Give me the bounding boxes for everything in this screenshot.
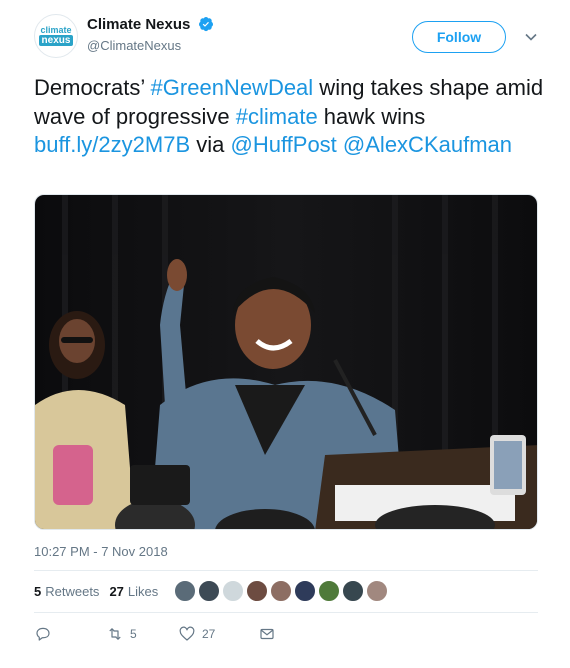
account-handle[interactable]: @ClimateNexus bbox=[87, 38, 214, 53]
likes-label: Likes bbox=[127, 583, 159, 599]
liker-avatar[interactable] bbox=[294, 580, 317, 602]
envelope-icon bbox=[260, 628, 274, 640]
tweet-text: Democrats’ #GreenNewDeal wing takes shap… bbox=[34, 74, 544, 160]
liker-avatar[interactable] bbox=[222, 580, 245, 602]
tweet-stats: 5 Retweets 27 Likes bbox=[34, 580, 390, 602]
divider bbox=[34, 570, 538, 571]
tweet-text-part: Democrats’ bbox=[34, 75, 151, 100]
display-name[interactable]: Climate Nexus bbox=[87, 16, 190, 33]
tweet-actions: 5 27 bbox=[34, 624, 276, 644]
avatar-text-bottom: nexus bbox=[38, 35, 74, 46]
account-avatar[interactable]: climate nexus bbox=[34, 14, 78, 58]
chevron-down-icon[interactable] bbox=[524, 30, 538, 44]
retweets-label: Retweets bbox=[45, 583, 100, 599]
like-action[interactable]: 27 bbox=[178, 625, 258, 643]
liker-avatar[interactable] bbox=[318, 580, 341, 602]
retweet-count: 5 bbox=[130, 627, 137, 641]
follow-button[interactable]: Follow bbox=[412, 21, 506, 53]
liker-avatar[interactable] bbox=[246, 580, 269, 602]
reply-action[interactable] bbox=[34, 625, 106, 643]
liker-avatars bbox=[174, 580, 390, 602]
hashtag-link[interactable]: #GreenNewDeal bbox=[151, 75, 314, 100]
tweet-photo[interactable] bbox=[34, 194, 538, 530]
liker-avatar[interactable] bbox=[270, 580, 293, 602]
photo-image bbox=[35, 195, 537, 529]
mention-link[interactable]: @AlexCKaufman bbox=[343, 132, 512, 157]
mention-link[interactable]: @HuffPost bbox=[230, 132, 336, 157]
divider bbox=[34, 612, 538, 613]
reply-icon bbox=[36, 627, 50, 641]
retweets-count: 5 bbox=[34, 583, 42, 599]
avatar-text-top: climate bbox=[40, 25, 72, 35]
tweet-text-part: via bbox=[190, 132, 231, 157]
retweet-action[interactable]: 5 bbox=[106, 625, 178, 643]
retweets-stat[interactable]: 5 Retweets bbox=[34, 584, 99, 599]
liker-avatar[interactable] bbox=[342, 580, 365, 602]
account-names: Climate Nexus @ClimateNexus bbox=[87, 16, 214, 53]
direct-message-action[interactable] bbox=[258, 625, 276, 643]
url-link[interactable]: buff.ly/2zy2M7B bbox=[34, 132, 190, 157]
liker-avatar[interactable] bbox=[174, 580, 197, 602]
likes-count: 27 bbox=[109, 583, 124, 599]
tweet-header: climate nexus Climate Nexus @ClimateNexu… bbox=[34, 14, 544, 66]
hashtag-link[interactable]: #climate bbox=[236, 104, 318, 129]
tweet-text-part: hawk wins bbox=[317, 103, 426, 129]
tweet-timestamp[interactable]: 10:27 PM - 7 Nov 2018 bbox=[34, 544, 168, 559]
liker-avatar[interactable] bbox=[366, 580, 389, 602]
likes-stat[interactable]: 27 Likes bbox=[109, 584, 158, 599]
verified-badge-icon bbox=[198, 17, 213, 32]
heart-icon bbox=[179, 626, 195, 641]
liker-avatar[interactable] bbox=[198, 580, 221, 602]
like-count: 27 bbox=[202, 627, 216, 641]
retweet-icon bbox=[109, 628, 121, 640]
